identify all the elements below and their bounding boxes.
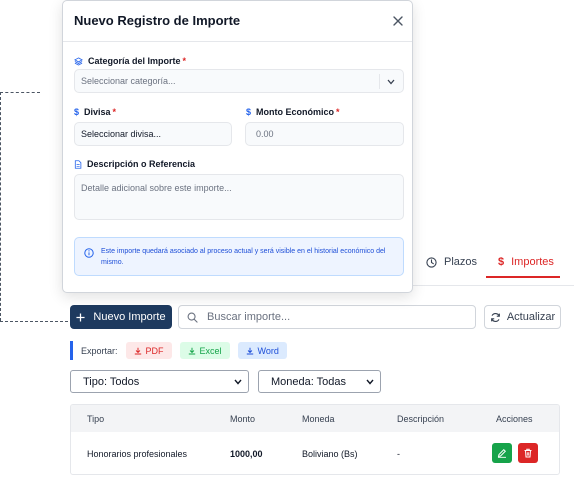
- cell-moneda: Boliviano (Bs): [302, 449, 358, 459]
- layers-icon: [74, 56, 83, 66]
- refresh-button[interactable]: Actualizar: [484, 305, 561, 329]
- delete-button[interactable]: [518, 443, 538, 463]
- required-mark: *: [336, 107, 340, 117]
- info-text: Este importe quedará asociado al proceso…: [101, 248, 386, 266]
- chevron-down-icon: [366, 379, 374, 385]
- tab-plazos[interactable]: Plazos: [426, 240, 477, 284]
- header-tipo: Tipo: [87, 414, 105, 424]
- edit-button[interactable]: [492, 443, 512, 463]
- export-excel-label: Excel: [199, 345, 222, 356]
- required-mark: *: [182, 56, 187, 66]
- header-moneda: Moneda: [302, 414, 335, 424]
- cell-monto: 1000,00: [230, 449, 263, 459]
- refresh-label: Actualizar: [506, 311, 556, 323]
- active-tab-indicator: [486, 276, 560, 278]
- tipo-filter-value: Tipo: Todos: [83, 375, 140, 388]
- trash-icon: [524, 448, 532, 458]
- new-importe-label: Nuevo Importe: [93, 311, 166, 323]
- connector-line-bottom: [0, 321, 68, 322]
- divisa-label-text: Divisa: [84, 107, 111, 117]
- table-row: Honorarios profesionales 1000,00 Bolivia…: [71, 432, 559, 474]
- info-note: Este importe quedará asociado al proceso…: [74, 237, 404, 276]
- export-word-label: Word: [257, 345, 279, 356]
- cell-tipo: Honorarios profesionales: [87, 449, 188, 459]
- tipo-filter-select[interactable]: Tipo: Todos: [70, 370, 249, 393]
- monto-label-text: Monto Económico: [256, 107, 335, 117]
- descripcion-label-text: Descripción o Referencia: [87, 159, 196, 169]
- dollar-icon: $: [246, 107, 252, 117]
- search-input[interactable]: [207, 311, 457, 323]
- clock-icon: [426, 256, 437, 268]
- new-importe-button[interactable]: Nuevo Importe: [70, 305, 172, 329]
- monto-placeholder: 0.00: [256, 129, 274, 139]
- nuevo-importe-modal: Nuevo Registro de Importe Categoría del …: [62, 0, 413, 293]
- monto-input[interactable]: 0.00: [245, 122, 404, 146]
- descripcion-label: Descripción o Referencia: [74, 159, 195, 169]
- refresh-icon: [490, 312, 500, 322]
- close-icon[interactable]: [391, 14, 405, 28]
- categoria-select[interactable]: Seleccionar categoría...: [74, 69, 404, 93]
- modal-title: Nuevo Registro de Importe: [74, 13, 241, 28]
- header-monto: Monto: [230, 414, 256, 424]
- moneda-filter-select[interactable]: Moneda: Todas: [258, 370, 381, 393]
- export-bar: Exportar: PDF Excel Word: [70, 341, 287, 360]
- dollar-icon: $: [74, 107, 80, 117]
- tab-plazos-label: Plazos: [444, 256, 478, 268]
- monto-label: $ Monto Económico *: [246, 107, 340, 117]
- table-header: Tipo Monto Moneda Descripción Acciones: [71, 405, 559, 432]
- categoria-label: Categoría del Importe *: [74, 56, 186, 66]
- export-excel-button[interactable]: Excel: [179, 342, 230, 359]
- header-acciones: Acciones: [496, 414, 533, 424]
- download-icon: [188, 347, 195, 355]
- download-icon: [134, 347, 141, 355]
- categoria-placeholder: Seleccionar categoría...: [81, 76, 176, 86]
- tab-importes-label: Importes: [511, 256, 554, 268]
- search-box: [178, 305, 476, 329]
- document-icon: [74, 159, 82, 169]
- export-label: Exportar:: [81, 345, 118, 356]
- descripcion-textarea[interactable]: Detalle adicional sobre este importe...: [74, 174, 404, 220]
- info-icon: [84, 248, 94, 258]
- search-icon: [187, 312, 198, 323]
- chevron-down-icon: [387, 79, 395, 85]
- categoria-label-text: Categoría del Importe: [88, 56, 181, 66]
- header-descripcion: Descripción: [397, 414, 445, 424]
- modal-divider: [63, 41, 412, 42]
- chevron-down-icon: [234, 379, 242, 385]
- divisa-value: Seleccionar divisa...: [81, 129, 162, 139]
- cell-descripcion: -: [397, 449, 400, 459]
- export-pdf-label: PDF: [145, 345, 164, 356]
- connector-line-top: [0, 92, 40, 93]
- edit-icon: [497, 448, 507, 458]
- dollar-icon: $: [498, 256, 505, 268]
- plus-icon: [76, 312, 85, 322]
- select-divider: [379, 74, 380, 89]
- importes-table: Tipo Monto Moneda Descripción Acciones H…: [70, 404, 560, 475]
- moneda-filter-value: Moneda: Todas: [271, 375, 347, 388]
- export-pdf-button[interactable]: PDF: [125, 342, 172, 359]
- descripcion-placeholder: Detalle adicional sobre este importe...: [81, 183, 232, 193]
- divisa-label: $ Divisa *: [74, 107, 116, 117]
- tab-bar: Plazos $ Importes: [412, 240, 574, 286]
- divisa-select[interactable]: Seleccionar divisa...: [74, 122, 232, 146]
- export-word-button[interactable]: Word: [237, 342, 287, 359]
- required-mark: *: [112, 107, 117, 117]
- download-icon: [246, 347, 253, 355]
- connector-line-vertical: [0, 92, 1, 321]
